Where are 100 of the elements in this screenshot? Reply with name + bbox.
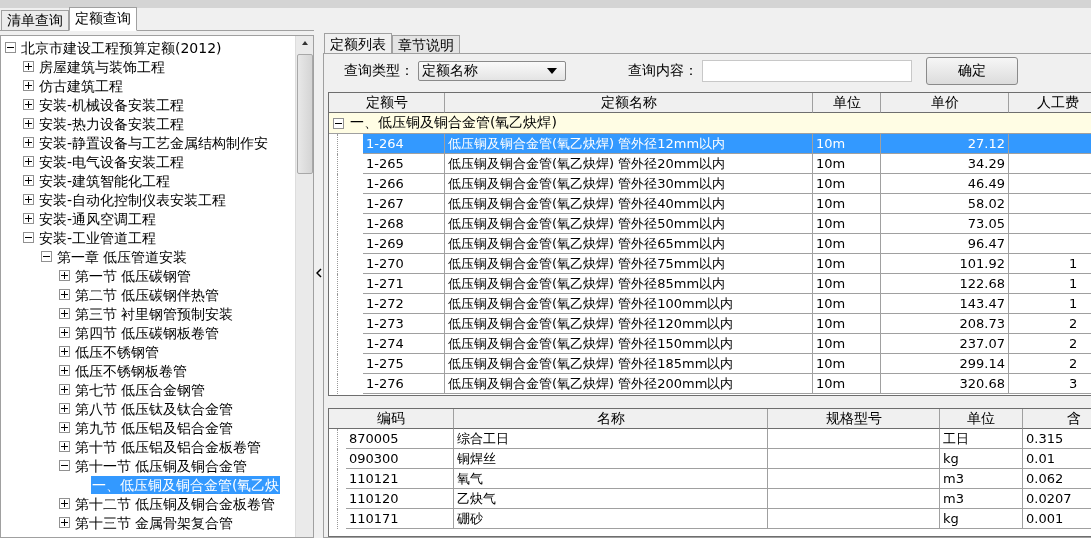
expand-icon[interactable] — [23, 194, 34, 205]
table-cell[interactable] — [768, 429, 940, 449]
column-header[interactable]: 单位 — [813, 93, 881, 113]
tab[interactable]: 清单查询 — [1, 10, 69, 30]
table-cell[interactable]: 1-272 — [363, 294, 445, 314]
table-cell[interactable]: 低压铜及铜合金管(氧乙炔焊) 管外径150mm以内 — [445, 334, 813, 354]
expand-icon[interactable] — [23, 61, 34, 72]
tab[interactable]: 定额列表 — [324, 33, 392, 55]
table-cell[interactable]: 低压铜及铜合金管(氧乙炔焊) 管外径75mm以内 — [445, 254, 813, 274]
query-content-field[interactable] — [702, 60, 912, 82]
column-header[interactable]: 单价 — [881, 93, 1009, 113]
collapse-icon[interactable] — [23, 232, 34, 243]
scroll-thumb[interactable] — [296, 54, 313, 174]
table-cell[interactable]: 1-275 — [363, 354, 445, 374]
column-header[interactable]: 编码 — [329, 409, 454, 429]
expand-icon[interactable] — [23, 118, 34, 129]
expand-icon[interactable] — [59, 441, 70, 452]
tree-item[interactable]: 低压不锈钢板卷管 — [74, 361, 188, 380]
table-cell[interactable]: 1-269 — [363, 234, 445, 254]
collapse-icon[interactable] — [333, 117, 344, 129]
table-cell[interactable]: 低压铜及铜合金管(氧乙炔焊) 管外径200mm以内 — [445, 374, 813, 394]
tree-item[interactable]: 安装-建筑智能化工程 — [38, 171, 172, 190]
expand-icon[interactable] — [59, 346, 70, 357]
table-cell[interactable]: 1-266 — [363, 174, 445, 194]
table-cell[interactable]: 低压铜及铜合金管(氧乙炔焊) 管外径100mm以内 — [445, 294, 813, 314]
expand-icon[interactable] — [59, 403, 70, 414]
column-header[interactable]: 规格型号 — [768, 409, 940, 429]
table-cell[interactable]: 73.05 — [881, 214, 1009, 234]
tree-item[interactable]: 安装-热力设备安装工程 — [38, 114, 186, 133]
expand-icon[interactable] — [59, 327, 70, 338]
expand-icon[interactable] — [59, 517, 70, 528]
table-cell[interactable]: 1-267 — [363, 194, 445, 214]
expand-icon[interactable] — [23, 213, 34, 224]
table-cell[interactable]: 氧气 — [454, 469, 768, 489]
table-cell[interactable]: 乙炔气 — [454, 489, 768, 509]
tab[interactable]: 定额查询 — [69, 7, 137, 31]
table-cell[interactable]: 10m — [813, 294, 881, 314]
table-cell[interactable]: 铜焊丝 — [454, 449, 768, 469]
tree-item[interactable]: 第三节 衬里钢管预制安装 — [74, 304, 235, 323]
table-cell[interactable]: 10m — [813, 254, 881, 274]
table-cell[interactable]: 320.68 — [881, 374, 1009, 394]
tree-item[interactable]: 第十节 低压铝及铝合金板卷管 — [74, 437, 263, 456]
column-header[interactable]: 名称 — [454, 409, 768, 429]
column-header[interactable]: 定额名称 — [445, 93, 813, 113]
table-cell[interactable]: 低压铜及铜合金管(氧乙炔焊) 管外径185mm以内 — [445, 354, 813, 374]
expand-icon[interactable] — [59, 308, 70, 319]
table-cell[interactable]: 1-270 — [363, 254, 445, 274]
table-cell[interactable]: m3 — [940, 489, 1023, 509]
table-cell[interactable]: 299.14 — [881, 354, 1009, 374]
table-cell[interactable]: 143.47 — [881, 294, 1009, 314]
tree-item[interactable]: 第十一节 低压铜及铜合金管 — [74, 456, 249, 475]
tree-item[interactable]: 安装-通风空调工程 — [38, 209, 158, 228]
table-cell[interactable]: 122.68 — [881, 274, 1009, 294]
table-cell[interactable] — [768, 489, 940, 509]
table-cell[interactable]: 208.73 — [881, 314, 1009, 334]
table-cell[interactable]: 46.49 — [881, 174, 1009, 194]
table-cell[interactable]: kg — [940, 449, 1023, 469]
expand-icon[interactable] — [23, 99, 34, 110]
table-cell[interactable]: 1-274 — [363, 334, 445, 354]
expand-icon[interactable] — [23, 80, 34, 91]
tree-item[interactable]: 安装-静置设备与工艺金属结构制作安 — [38, 133, 270, 152]
table-cell[interactable]: 10m — [813, 274, 881, 294]
table-cell[interactable]: 34.29 — [881, 154, 1009, 174]
table-cell[interactable]: 低压铜及铜合金管(氧乙炔焊) 管外径85mm以内 — [445, 274, 813, 294]
confirm-button[interactable]: 确定 — [926, 57, 1018, 85]
table-cell[interactable]: 1-276 — [363, 374, 445, 394]
tree-item[interactable]: 第二节 低压碳钢伴热管 — [74, 285, 221, 304]
table-cell[interactable]: 低压铜及铜合金管(氧乙炔焊) 管外径20mm以内 — [445, 154, 813, 174]
table-cell[interactable]: 低压铜及铜合金管(氧乙炔焊) 管外径30mm以内 — [445, 174, 813, 194]
table-cell[interactable]: 10m — [813, 234, 881, 254]
table-cell[interactable]: 870005 — [346, 429, 454, 449]
table-cell[interactable]: 低压铜及铜合金管(氧乙炔焊) 管外径40mm以内 — [445, 194, 813, 214]
table-cell[interactable]: 110121 — [346, 469, 454, 489]
expand-icon[interactable] — [23, 137, 34, 148]
table-cell[interactable] — [768, 469, 940, 489]
collapse-icon[interactable] — [5, 42, 16, 53]
table-cell[interactable]: 237.07 — [881, 334, 1009, 354]
table-cell[interactable]: 1-265 — [363, 154, 445, 174]
tree-item[interactable]: 第十二节 低压铜及铜合金板卷管 — [74, 494, 277, 513]
tree-item[interactable]: 北京市建设工程预算定额(2012) — [20, 38, 223, 57]
tree-item[interactable]: 安装-自动化控制仪表安装工程 — [38, 190, 228, 209]
scrollbar[interactable] — [295, 36, 313, 537]
collapse-icon[interactable] — [41, 251, 52, 262]
tree-item[interactable]: 安装-工业管道工程 — [38, 228, 158, 247]
tree-item[interactable]: 第十三节 金属骨架复合管 — [74, 513, 235, 532]
table-cell[interactable]: 工日 — [940, 429, 1023, 449]
tree-item[interactable]: 安装-电气设备安装工程 — [38, 152, 186, 171]
tree-item[interactable]: 第一节 低压碳钢管 — [74, 266, 193, 285]
tree-item[interactable]: 第四节 低压碳钢板卷管 — [74, 323, 221, 342]
column-header[interactable]: 含 — [1023, 409, 1091, 429]
table-cell[interactable]: 110171 — [346, 509, 454, 529]
expand-icon[interactable] — [59, 422, 70, 433]
tree-item[interactable]: 第一章 低压管道安装 — [56, 247, 189, 266]
table-cell[interactable]: 低压铜及铜合金管(氧乙炔焊) 管外径120mm以内 — [445, 314, 813, 334]
expand-icon[interactable] — [23, 175, 34, 186]
table-cell[interactable]: 10m — [813, 214, 881, 234]
table-cell[interactable]: 10m — [813, 374, 881, 394]
column-header[interactable]: 定额号 — [329, 93, 445, 113]
tree-item[interactable]: 房屋建筑与装饰工程 — [38, 57, 166, 76]
table-cell[interactable]: 硼砂 — [454, 509, 768, 529]
